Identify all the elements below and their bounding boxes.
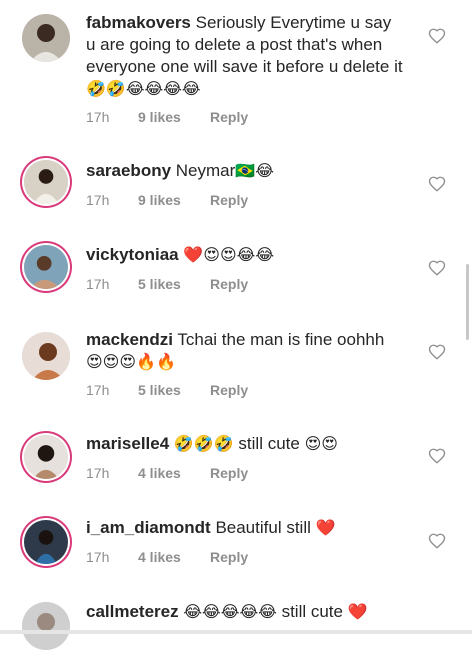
comment-meta: 17h 9 likes Reply <box>86 109 248 125</box>
heart-outline-icon[interactable] <box>428 343 446 361</box>
comment-time: 17h <box>86 382 110 398</box>
heart-outline-icon[interactable] <box>428 27 446 45</box>
comment-time: 17h <box>86 549 110 565</box>
comment-text: saraebony Neymar🇧🇷😂 <box>86 160 404 182</box>
reply-button[interactable]: Reply <box>210 382 248 398</box>
likes-count[interactable]: 4 likes <box>138 549 210 565</box>
comment-emojis: 🤣🤣😂😂😂😂 <box>86 79 201 98</box>
heart-outline-icon[interactable] <box>428 259 446 277</box>
comment-username[interactable]: saraebony <box>86 161 171 180</box>
comment-body: still cute <box>238 434 300 453</box>
comment-text: mariselle4 🤣🤣🤣 still cute 😍😍 <box>86 433 404 455</box>
comment-username[interactable]: mariselle4 <box>86 434 169 453</box>
comment-emojis: ❤️😍😍😂😂 <box>183 245 275 264</box>
comment-meta: 17h 5 likes Reply <box>86 276 248 292</box>
comment-text: callmeterez 😂😂😂😂😂 still cute ❤️ <box>86 601 404 623</box>
comment-time: 17h <box>86 465 110 481</box>
comment-username[interactable]: fabmakovers <box>86 13 191 32</box>
comment-emojis: 😍😍😍🔥🔥 <box>86 352 176 371</box>
comment-meta: 17h 4 likes Reply <box>86 465 248 481</box>
comment-emojis: 😍😍 <box>304 434 338 453</box>
comment-meta: 17h 4 likes Reply <box>86 549 248 565</box>
avatar[interactable] <box>24 245 68 289</box>
comment-emojis-before: 😂😂😂😂😂 <box>183 602 277 621</box>
comment-username[interactable]: mackendzi <box>86 330 173 349</box>
likes-count[interactable]: 4 likes <box>138 465 210 481</box>
avatar[interactable] <box>24 435 68 479</box>
avatar[interactable] <box>22 14 70 62</box>
reply-button[interactable]: Reply <box>210 276 248 292</box>
likes-count[interactable]: 5 likes <box>138 382 210 398</box>
scrollbar[interactable] <box>466 264 469 340</box>
comment-meta: 17h 9 likes Reply <box>86 192 248 208</box>
comment-emojis: ❤️ <box>347 602 368 621</box>
comment-time: 17h <box>86 276 110 292</box>
comment-text: mackendzi Tchai the man is fine oohhh 😍😍… <box>86 329 404 373</box>
comment-emojis-before: 🤣🤣🤣 <box>173 434 234 453</box>
comment-text: vickytoniaa ❤️😍😍😂😂 <box>86 244 404 266</box>
comment-emojis: 🇧🇷😂 <box>235 161 274 180</box>
reply-button[interactable]: Reply <box>210 109 248 125</box>
likes-count[interactable]: 9 likes <box>138 192 210 208</box>
comment-time: 17h <box>86 109 110 125</box>
comment-username[interactable]: vickytoniaa <box>86 245 179 264</box>
avatar[interactable] <box>22 332 70 380</box>
likes-count[interactable]: 5 likes <box>138 276 210 292</box>
reply-button[interactable]: Reply <box>210 192 248 208</box>
comment-time: 17h <box>86 192 110 208</box>
reply-button[interactable]: Reply <box>210 549 248 565</box>
comment-body: Tchai the man is fine oohhh <box>177 330 385 349</box>
avatar[interactable] <box>22 602 70 650</box>
reply-button[interactable]: Reply <box>210 465 248 481</box>
avatar[interactable] <box>24 160 68 204</box>
comment-text: i_am_diamondt Beautiful still ❤️ <box>86 517 404 539</box>
likes-count[interactable]: 9 likes <box>138 109 210 125</box>
comment-body: Beautiful still <box>215 518 311 537</box>
bottom-divider <box>0 630 472 634</box>
comment-meta: 17h 5 likes Reply <box>86 382 248 398</box>
heart-outline-icon[interactable] <box>428 532 446 550</box>
comment-username[interactable]: i_am_diamondt <box>86 518 211 537</box>
comment-body: Neymar <box>175 161 236 180</box>
comment-text: fabmakovers Seriously Everytime u say u … <box>86 12 404 100</box>
avatar[interactable] <box>24 520 68 564</box>
comment-username[interactable]: callmeterez <box>86 602 179 621</box>
comment-body: still cute <box>281 602 343 621</box>
heart-outline-icon[interactable] <box>428 175 446 193</box>
heart-outline-icon[interactable] <box>428 447 446 465</box>
comment-emojis: ❤️ <box>315 518 336 537</box>
